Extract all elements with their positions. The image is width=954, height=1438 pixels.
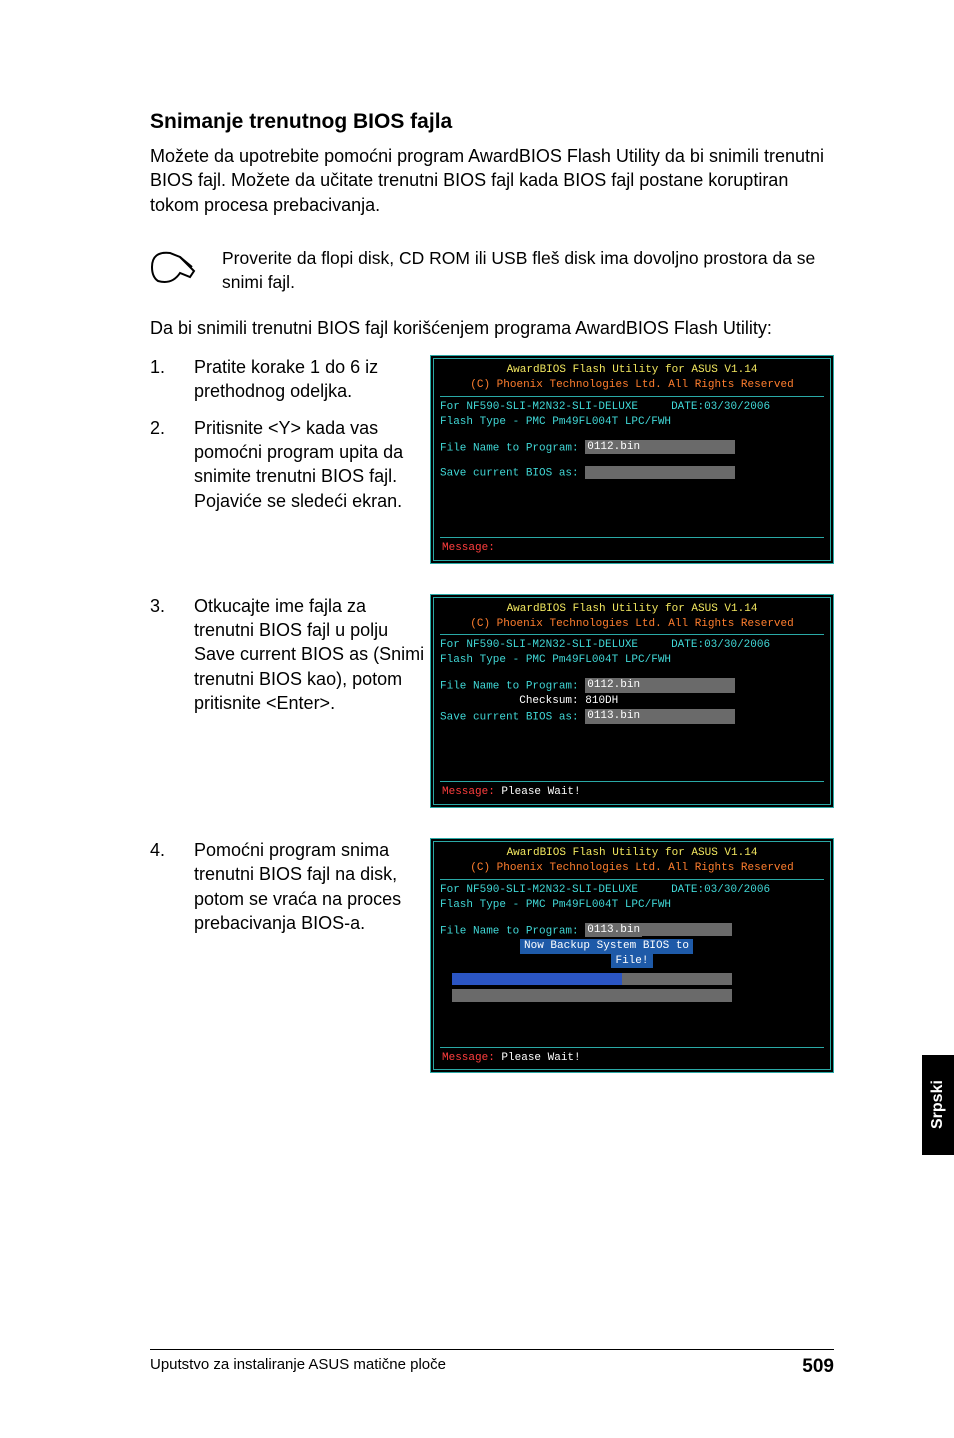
term-message-text: Please Wait!: [501, 786, 580, 798]
term-message-label: Message:: [442, 786, 495, 798]
term-filename-label: File Name to Program:: [440, 442, 579, 454]
language-tab: Srpski: [922, 1055, 954, 1155]
lead-text: Da bi snimili trenutni BIOS fajl korišće…: [150, 318, 834, 339]
step-1: 1. Pratite korake 1 do 6 iz prethodnog o…: [150, 355, 430, 404]
page-number: 509: [802, 1356, 834, 1378]
term-checksum-label: Checksum:: [519, 695, 578, 707]
term-save-value: 0113.bin: [585, 709, 735, 724]
term-checksum-value: 810DH: [585, 695, 618, 707]
term-title: AwardBIOS Flash Utility for ASUS V1.14: [507, 603, 758, 615]
step-text: Otkucajte ime fajla za trenutni BIOS faj…: [194, 594, 430, 715]
term-flash-type: Flash Type - PMC Pm49FL004T LPC/FWH: [440, 416, 671, 428]
term-board: For NF590-SLI-M2N32-SLI-DELUXE: [440, 639, 638, 651]
term-filename-pad: [642, 923, 732, 936]
terminal-screenshot-3: AwardBIOS Flash Utility for ASUS V1.14 (…: [430, 838, 834, 1073]
footer-title: Uputstvo za instaliranje ASUS matične pl…: [150, 1356, 446, 1378]
term-flash-type: Flash Type - PMC Pm49FL004T LPC/FWH: [440, 899, 671, 911]
terminal-screenshot-2: AwardBIOS Flash Utility for ASUS V1.14 (…: [430, 594, 834, 808]
terminal-screenshot-1: AwardBIOS Flash Utility for ASUS V1.14 (…: [430, 355, 834, 564]
term-filename-value: 0112.bin: [585, 440, 735, 455]
step-3: 3. Otkucajte ime fajla za trenutni BIOS …: [150, 594, 430, 715]
term-message-label: Message:: [442, 1052, 495, 1064]
term-save-label: Save current BIOS as:: [440, 712, 579, 724]
progress-bar: [452, 972, 824, 987]
term-copyright: (C) Phoenix Technologies Ltd. All Rights…: [470, 862, 793, 874]
step-number: 3.: [150, 594, 194, 715]
term-message-label: Message:: [442, 542, 495, 554]
progress-empty: [622, 973, 732, 985]
step-text: Pritisnite <Y> kada vas pomoćni program …: [194, 416, 430, 513]
term-save-label: Save current BIOS as:: [440, 467, 579, 479]
term-message-text: Please Wait!: [501, 1052, 580, 1064]
term-title: AwardBIOS Flash Utility for ASUS V1.14: [507, 847, 758, 859]
page-footer: Uputstvo za instaliranje ASUS matične pl…: [150, 1349, 834, 1378]
step-2: 2. Pritisnite <Y> kada vas pomoćni progr…: [150, 416, 430, 513]
term-copyright: (C) Phoenix Technologies Ltd. All Rights…: [470, 379, 793, 391]
step-4: 4. Pomoćni program snima trenutni BIOS f…: [150, 838, 430, 935]
term-board: For NF590-SLI-M2N32-SLI-DELUXE: [440, 401, 638, 413]
term-backup-line2: File!: [611, 954, 652, 969]
note-block: Proverite da flopi disk, CD ROM ili USB …: [150, 247, 834, 294]
note-hand-icon: [150, 247, 198, 287]
term-save-value: [585, 466, 735, 479]
section-heading: Snimanje trenutnog BIOS fajla: [150, 110, 834, 134]
term-filename-value: 0113.bin: [585, 923, 642, 938]
term-filename-value: 0112.bin: [585, 678, 735, 693]
step-number: 4.: [150, 838, 194, 935]
step-text: Pomoćni program snima trenutni BIOS fajl…: [194, 838, 430, 935]
term-copyright: (C) Phoenix Technologies Ltd. All Rights…: [470, 618, 793, 630]
step-text: Pratite korake 1 do 6 iz prethodnog odel…: [194, 355, 430, 404]
progress-track: [452, 989, 732, 1002]
term-title: AwardBIOS Flash Utility for ASUS V1.14: [507, 364, 758, 376]
note-text: Proverite da flopi disk, CD ROM ili USB …: [222, 247, 834, 294]
term-flash-type: Flash Type - PMC Pm49FL004T LPC/FWH: [440, 654, 671, 666]
progress-fill: [452, 973, 622, 985]
term-date: DATE:03/30/2006: [671, 884, 770, 896]
term-date: DATE:03/30/2006: [671, 401, 770, 413]
term-filename-label: File Name to Program:: [440, 925, 579, 937]
intro-paragraph: Možete da upotrebite pomoćni program Awa…: [150, 144, 834, 217]
term-backup-line1: Now Backup System BIOS to: [520, 939, 693, 954]
term-filename-label: File Name to Program:: [440, 680, 579, 692]
term-date: DATE:03/30/2006: [671, 639, 770, 651]
step-number: 1.: [150, 355, 194, 404]
term-board: For NF590-SLI-M2N32-SLI-DELUXE: [440, 884, 638, 896]
step-number: 2.: [150, 416, 194, 513]
